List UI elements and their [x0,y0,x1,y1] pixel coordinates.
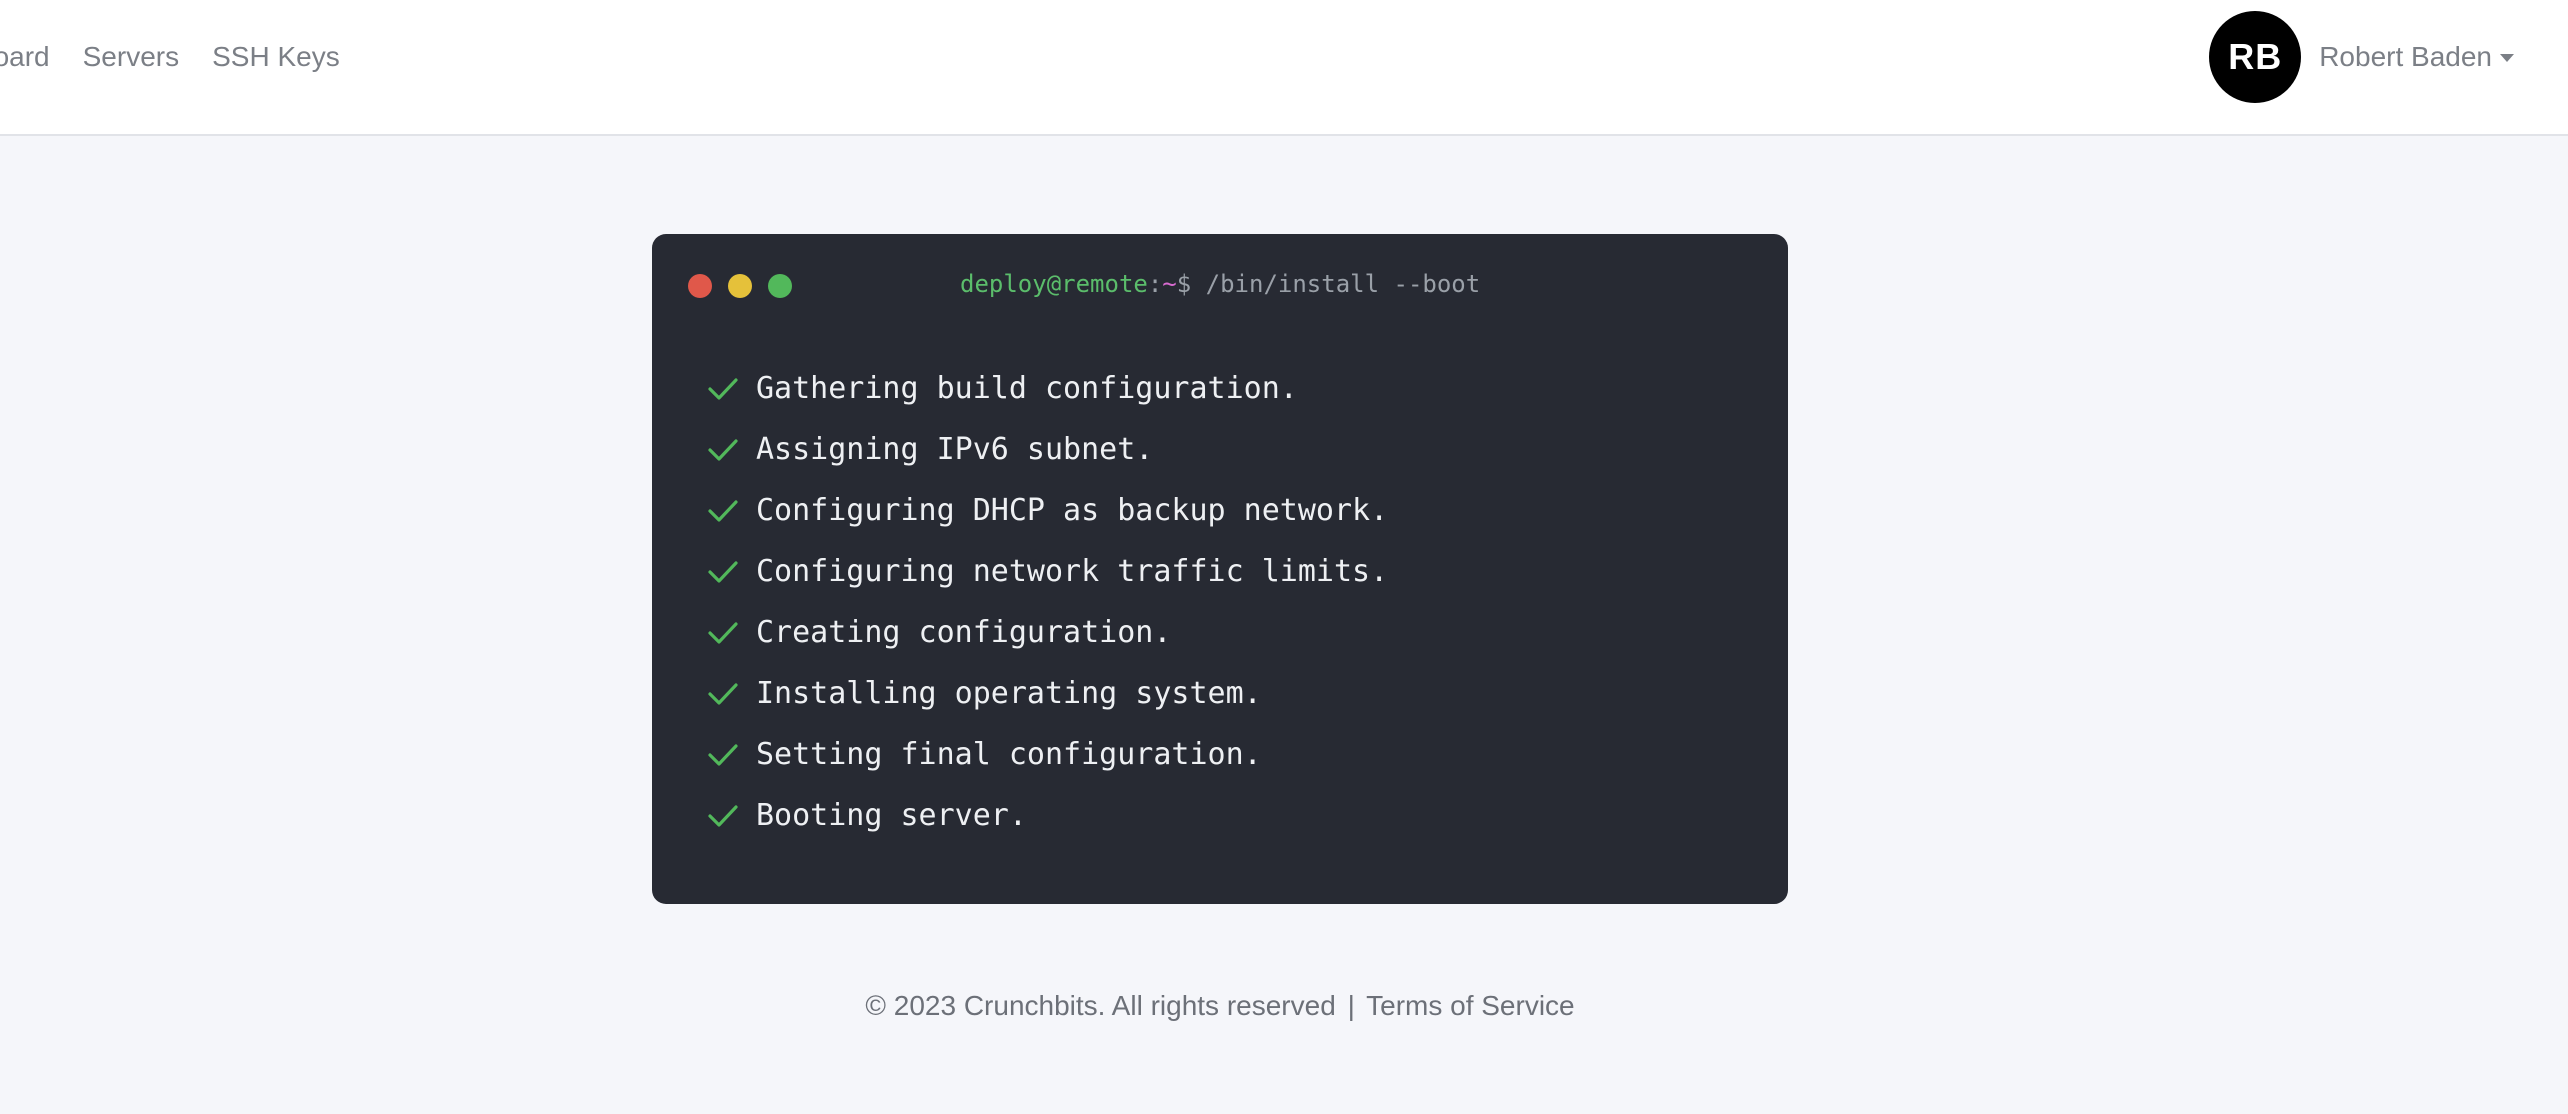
prompt-user: deploy@remote [960,270,1148,298]
step-label: Installing operating system. [756,676,1262,711]
check-icon [708,560,738,583]
close-dot-icon [688,274,712,298]
check-icon [708,499,738,522]
terminal-header: deploy@remote:~$ /bin/install --boot [652,234,1788,334]
user-name: Robert Baden [2319,41,2492,72]
avatar[interactable]: RB [2209,11,2302,103]
check-icon [708,743,738,766]
user-dropdown-toggle[interactable]: Robert Baden [2319,41,2514,73]
minimize-dot-icon [728,274,752,298]
check-icon [708,377,738,400]
check-icon [708,682,738,705]
check-icon [708,621,738,644]
prompt-command: /bin/install --boot [1191,270,1481,298]
maximize-dot-icon [768,274,792,298]
footer: © 2023 Crunchbits. All rights reserved |… [0,990,2440,1022]
terminal-prompt: deploy@remote:~$ /bin/install --boot [960,270,1480,298]
list-item: Assigning IPv6 subnet. [706,419,1388,480]
list-item: Setting final configuration. [706,724,1388,785]
step-label: Booting server. [756,798,1027,833]
list-item: Creating configuration. [706,602,1388,663]
step-label: Configuring network traffic limits. [756,554,1389,589]
list-item: Configuring network traffic limits. [706,541,1388,602]
caret-down-icon [2500,54,2514,62]
list-item: Configuring DHCP as backup network. [706,480,1388,541]
step-label: Assigning IPv6 subnet. [756,432,1154,467]
step-label: Configuring DHCP as backup network. [756,493,1389,528]
check-icon [708,804,738,827]
step-label: Setting final configuration. [756,737,1262,772]
top-navbar: board Servers SSH Keys RB Robert Baden [0,0,2568,136]
copyright-text: © 2023 Crunchbits. All rights reserved [865,990,1336,1021]
nav-links: board Servers SSH Keys [0,0,400,114]
step-label: Gathering build configuration. [756,371,1298,406]
prompt-symbol: $ [1176,270,1192,298]
nav-link-dashboard[interactable]: board [0,41,50,73]
step-list: Gathering build configuration. Assigning… [706,358,1388,846]
footer-separator: | [1347,990,1355,1021]
terminal-window: deploy@remote:~$ /bin/install --boot Gat… [652,234,1788,904]
list-item: Gathering build configuration. [706,358,1388,419]
nav-link-servers[interactable]: Servers [83,41,179,73]
user-menu[interactable]: RB Robert Baden [2209,11,2568,103]
step-label: Creating configuration. [756,615,1172,650]
list-item: Booting server. [706,785,1388,846]
prompt-path: ~ [1162,270,1177,298]
check-icon [708,438,738,461]
terms-of-service-link[interactable]: Terms of Service [1366,990,1575,1021]
list-item: Installing operating system. [706,663,1388,724]
prompt-colon: : [1147,270,1163,298]
nav-link-ssh-keys[interactable]: SSH Keys [212,41,340,73]
